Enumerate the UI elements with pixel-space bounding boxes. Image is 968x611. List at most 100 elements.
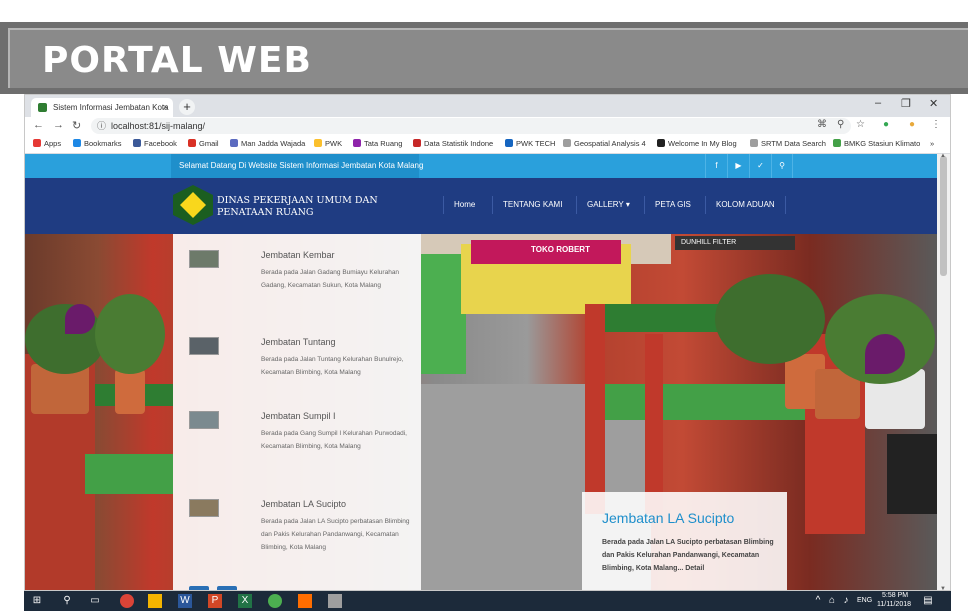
- notifications-icon[interactable]: ▤: [921, 594, 935, 608]
- bookmark-apps[interactable]: Apps: [33, 139, 61, 148]
- bookmark-icon: [353, 139, 361, 147]
- bookmarks-more-button[interactable]: »: [930, 139, 934, 148]
- bridge-thumbnail[interactable]: [189, 411, 219, 429]
- fence-rail: [85, 454, 173, 494]
- powerpoint-icon[interactable]: P: [208, 594, 222, 608]
- bookmark-gmail[interactable]: Gmail: [188, 139, 219, 148]
- nav-home[interactable]: Home: [443, 196, 475, 214]
- bridge-title[interactable]: Jembatan Sumpil I: [261, 411, 336, 421]
- nav-peta-gis[interactable]: PETA GIS: [644, 196, 691, 214]
- clock-date[interactable]: 11/11/2018: [877, 601, 911, 608]
- bookmark-star-icon[interactable]: ☆: [856, 119, 865, 130]
- extension-icon[interactable]: ●: [883, 119, 889, 130]
- bookmark-bookmarks[interactable]: Bookmarks: [73, 139, 122, 148]
- translate-icon[interactable]: ⌘: [817, 119, 827, 130]
- tab-close-icon[interactable]: ×: [163, 98, 168, 117]
- photo-sign-dark: [887, 434, 938, 514]
- bridge-title[interactable]: Jembatan LA Sucipto: [261, 499, 346, 509]
- address-bar: ← → ↻ ⓘ localhost:81/sij-malang/ ⌘ ⚲ ☆ ●…: [25, 117, 950, 136]
- back-icon[interactable]: ←: [33, 119, 44, 131]
- twitter-icon[interactable]: ✓: [749, 154, 771, 178]
- bookmark-facebook[interactable]: Facebook: [133, 139, 177, 148]
- bookmark-pwk-tech[interactable]: PWK TECH: [505, 139, 555, 148]
- browser-tab[interactable]: Sistem Informasi Jembatan Kota ×: [31, 98, 173, 117]
- bookmarks-bar: Apps Bookmarks Facebook Gmail Man Jadda …: [25, 136, 950, 154]
- nav-gallery[interactable]: GALLERY ▾: [576, 196, 630, 214]
- facebook-icon[interactable]: f: [705, 154, 727, 178]
- search-icon[interactable]: ⚲: [60, 594, 74, 608]
- info-icon[interactable]: ⓘ: [97, 118, 106, 134]
- menu-kebab-icon[interactable]: ⋮: [931, 119, 941, 130]
- search-icon[interactable]: ⚲: [771, 154, 793, 178]
- excel-icon[interactable]: X: [238, 594, 252, 608]
- word-icon[interactable]: W: [178, 594, 192, 608]
- org-name: DINAS PEKERJAAN UMUM DAN PENATAAN RUANG: [217, 195, 378, 218]
- youtube-icon[interactable]: ▶: [727, 154, 749, 178]
- slide-caption: Jembatan LA Sucipto Berada pada Jalan LA…: [582, 492, 787, 590]
- zoom-icon[interactable]: ⚲: [837, 119, 844, 130]
- bookmark-srtm[interactable]: SRTM Data Search: [750, 139, 826, 148]
- profile-icon[interactable]: ●: [909, 119, 915, 130]
- bookmark-welcome-blog[interactable]: Welcome In My Blog: [657, 139, 737, 148]
- bookmark-icon: [505, 139, 513, 147]
- bookmark-icon: [413, 139, 421, 147]
- caption-desc: Berada pada Jalan LA Sucipto perbatasan …: [602, 539, 774, 572]
- gmail-icon: [188, 139, 196, 147]
- page-icon: [750, 139, 758, 147]
- new-tab-button[interactable]: +: [179, 99, 195, 115]
- bookmark-tata-ruang[interactable]: Tata Ruang: [353, 139, 402, 148]
- qgis-icon[interactable]: [268, 594, 282, 608]
- chrome-icon[interactable]: [120, 594, 134, 608]
- bridge-list: Jembatan Kembar Berada pada Jalan Gadang…: [173, 234, 421, 590]
- caption-title[interactable]: Jembatan LA Sucipto: [602, 510, 734, 526]
- close-window-button[interactable]: ✕: [929, 97, 938, 110]
- bookmark-man-jadda[interactable]: Man Jadda Wajada: [230, 139, 305, 148]
- plant: [95, 294, 165, 374]
- bridge-thumbnail[interactable]: [189, 250, 219, 268]
- bridge-thumbnail[interactable]: [189, 499, 219, 517]
- hero-slider[interactable]: TOKO ROBERT DUNHILL FILTER Jembatan Kemb…: [25, 234, 938, 590]
- bridge-desc: Berada pada Jalan LA Sucipto perbatasan …: [261, 518, 410, 551]
- slide-title: PORTAL WEB: [42, 40, 312, 81]
- bookmark-geospatial[interactable]: Geospatial Analysis 4: [563, 139, 646, 148]
- minimize-button[interactable]: –: [875, 97, 881, 109]
- app-icon[interactable]: [328, 594, 342, 608]
- bridge-thumbnail[interactable]: [189, 337, 219, 355]
- file-explorer-icon[interactable]: [148, 594, 162, 608]
- bookmark-data-statistik[interactable]: Data Statistik Indone: [413, 139, 493, 148]
- photo-wall: [421, 254, 466, 374]
- windows-start-icon[interactable]: ⊞: [30, 594, 44, 608]
- bridge-title[interactable]: Jembatan Tuntang: [261, 337, 336, 347]
- scroll-up-icon[interactable]: ▲: [940, 153, 946, 159]
- forward-icon[interactable]: →: [53, 119, 64, 131]
- photo-sign: TOKO ROBERT: [471, 240, 621, 264]
- page-scrollbar[interactable]: ▲ ▼: [937, 153, 950, 590]
- site-header: DINAS PEKERJAAN UMUM DAN PENATAAN RUANG …: [25, 178, 938, 234]
- url-text: localhost:81/sij-malang/: [111, 121, 206, 131]
- nav-kolom-aduan[interactable]: KOLOM ADUAN: [705, 196, 786, 214]
- bookmark-icon: [657, 139, 665, 147]
- tray-up-icon[interactable]: ^: [811, 594, 825, 608]
- globe-icon: [314, 139, 322, 147]
- language-indicator[interactable]: ENG: [857, 597, 872, 604]
- task-view-icon[interactable]: ▭: [88, 594, 102, 608]
- page-icon: [563, 139, 571, 147]
- bridge-title[interactable]: Jembatan Kembar: [261, 250, 335, 260]
- url-input[interactable]: ⓘ localhost:81/sij-malang/: [91, 118, 851, 134]
- tab-title: Sistem Informasi Jembatan Kota: [53, 103, 169, 112]
- plant-leaf: [65, 304, 95, 334]
- clock-time[interactable]: 5:58 PM: [882, 592, 908, 599]
- browser-window: Sistem Informasi Jembatan Kota × + – ❐ ✕…: [24, 94, 951, 591]
- volume-icon[interactable]: ♪: [839, 594, 853, 608]
- reload-icon[interactable]: ↻: [72, 119, 81, 132]
- photo-sign-right: DUNHILL FILTER: [675, 236, 795, 250]
- scrollbar-thumb[interactable]: [940, 156, 947, 276]
- maximize-button[interactable]: ❐: [901, 97, 911, 110]
- apps-icon: [33, 139, 41, 147]
- network-icon[interactable]: ⌂: [825, 594, 839, 608]
- plant-leaf: [865, 334, 905, 374]
- xampp-icon[interactable]: [298, 594, 312, 608]
- bookmark-bmkg[interactable]: BMKG Stasiun Klimato: [833, 139, 920, 148]
- bookmark-pwk[interactable]: PWK: [314, 139, 342, 148]
- nav-tentang-kami[interactable]: TENTANG KAMI: [492, 196, 562, 214]
